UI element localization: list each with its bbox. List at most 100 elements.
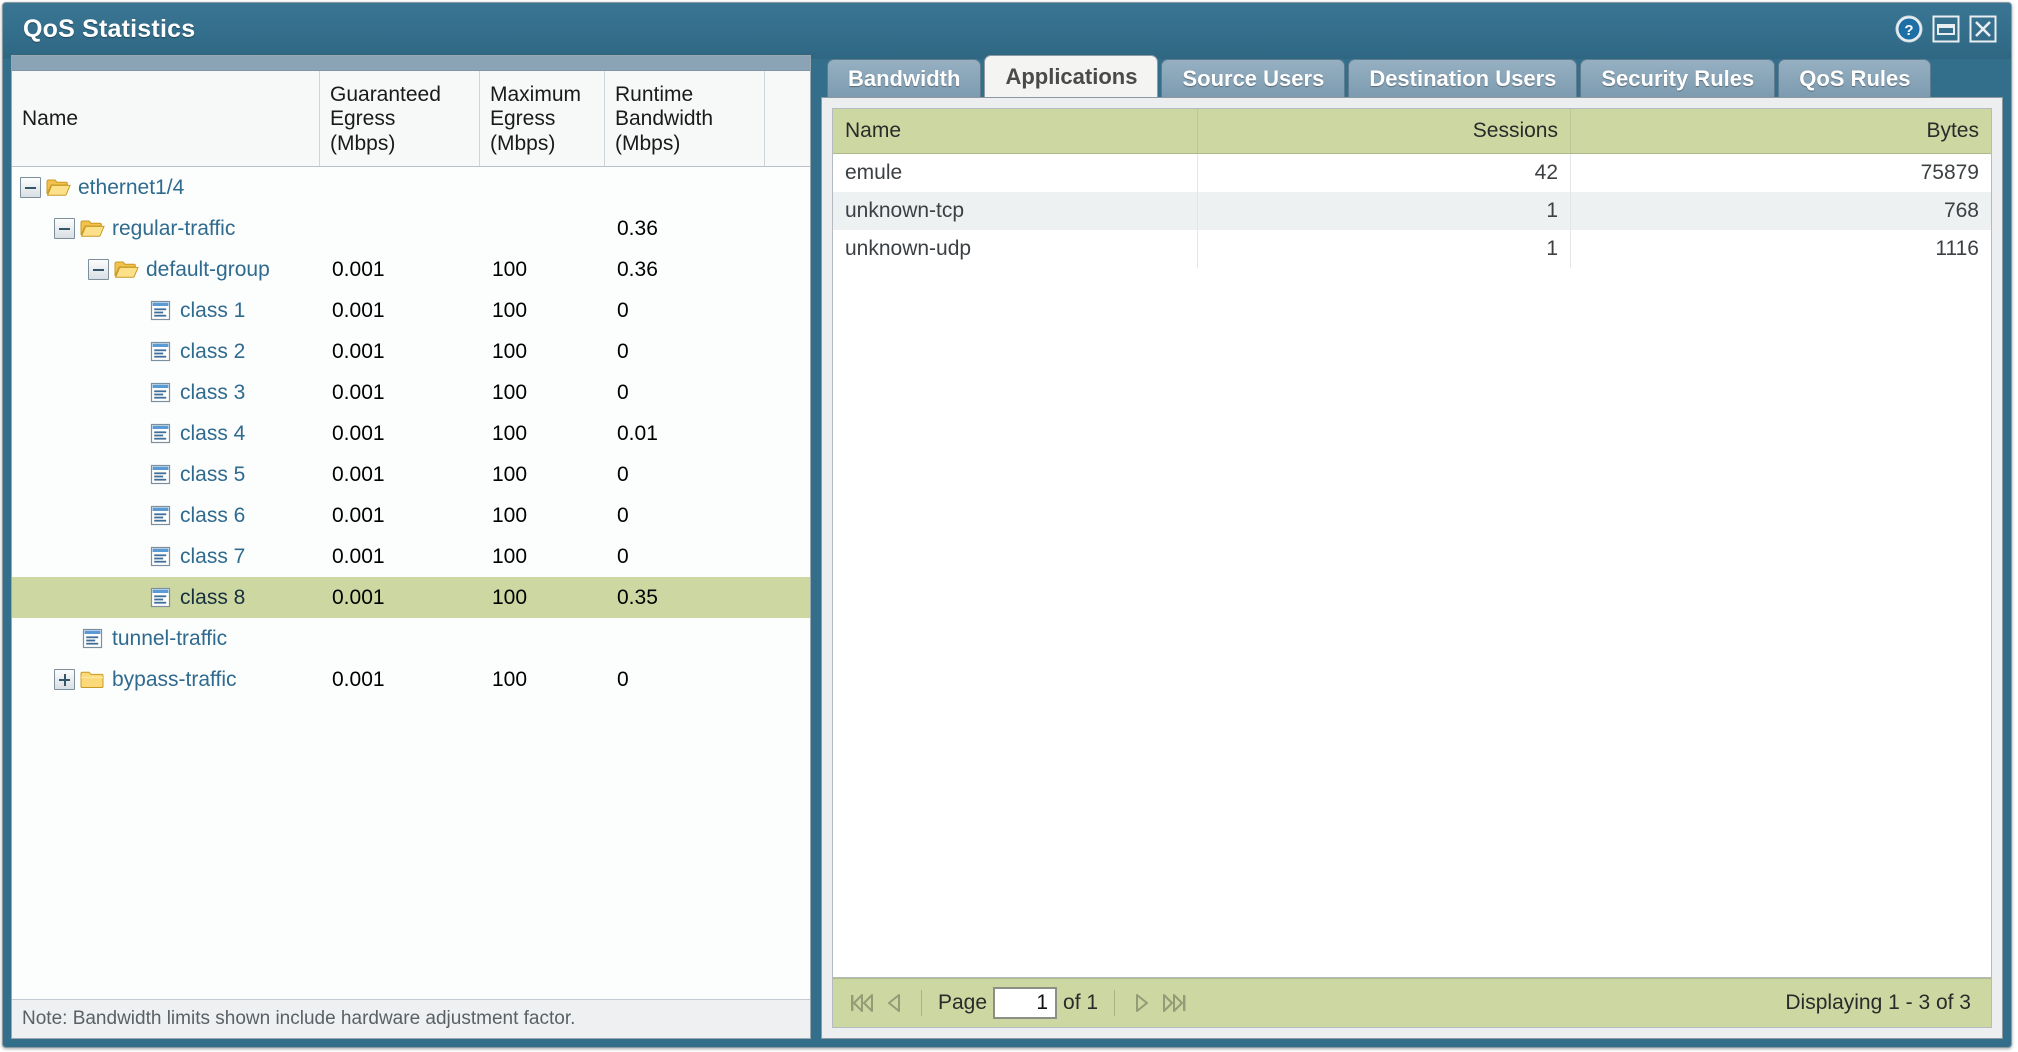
tree-row[interactable]: class 6 0.0011000 bbox=[12, 495, 810, 536]
tab-security-rules[interactable]: Security Rules bbox=[1580, 59, 1775, 97]
tree-cell-runtime-bandwidth: 0 bbox=[605, 381, 765, 405]
tree-node-label: class 5 bbox=[180, 463, 245, 487]
grid-cell-sessions: 42 bbox=[1198, 154, 1571, 192]
grid-cell-bytes: 75879 bbox=[1571, 154, 1991, 192]
column-header-name[interactable]: Name bbox=[12, 71, 320, 166]
close-icon[interactable] bbox=[1969, 15, 1997, 43]
tab-bandwidth[interactable]: Bandwidth bbox=[827, 59, 981, 97]
first-page-icon[interactable] bbox=[847, 987, 879, 1019]
expand-node-icon[interactable] bbox=[54, 669, 75, 690]
tree-cell-maximum-egress: 100 bbox=[480, 668, 605, 692]
qos-tree-panel: Name Guaranteed Egress (Mbps) Maximum Eg… bbox=[11, 55, 811, 1039]
tree-cell-guaranteed-egress: 0.001 bbox=[320, 668, 480, 692]
grid-cell-name: unknown-udp bbox=[833, 230, 1198, 268]
tree-cell-maximum-egress: 100 bbox=[480, 504, 605, 528]
tree-row[interactable]: class 50.0011000 bbox=[12, 454, 810, 495]
tab-label: Bandwidth bbox=[848, 66, 960, 92]
grid-row[interactable]: unknown-udp11116 bbox=[833, 230, 1991, 268]
tab-label: Source Users bbox=[1182, 66, 1324, 92]
tree-row[interactable]: ethernet1/4 bbox=[12, 167, 810, 208]
tab-label: Destination Users bbox=[1369, 66, 1556, 92]
statistics-detail-panel: Bandwidth Applications Source Users Destina… bbox=[821, 55, 2003, 1039]
next-page-icon[interactable] bbox=[1125, 987, 1157, 1019]
tree-node-label: class 3 bbox=[180, 381, 245, 405]
tab-qos-rules[interactable]: QoS Rules bbox=[1778, 59, 1931, 97]
grid-cell-name: unknown-tcp bbox=[833, 192, 1198, 230]
tree-row[interactable]: bypass-traffic0.0011000 bbox=[12, 659, 810, 700]
grid-header-name-label: Name bbox=[845, 119, 901, 143]
grid-header-bytes-label: Bytes bbox=[1926, 119, 1979, 143]
restore-window-icon[interactable] bbox=[1932, 15, 1960, 43]
folder-open-icon bbox=[46, 177, 71, 198]
tree-cell-guaranteed-egress: 0.001 bbox=[320, 586, 480, 610]
tree-row-name-cell: bypass-traffic bbox=[12, 668, 320, 692]
grid-column-header-name[interactable]: Name bbox=[833, 109, 1198, 153]
tree-node-label: class 2 bbox=[180, 340, 245, 364]
class-list-icon bbox=[148, 587, 173, 608]
tree-row[interactable]: class 80.0011000.35 bbox=[12, 577, 810, 618]
tree-node-label: class 8 bbox=[180, 586, 245, 610]
collapse-node-icon[interactable] bbox=[54, 218, 75, 239]
tree-toggle-spacer bbox=[122, 423, 143, 444]
tab-source-users[interactable]: Source Users bbox=[1161, 59, 1345, 97]
tree-row[interactable]: class 40.0011000.01 bbox=[12, 413, 810, 454]
tree-node-label: class 6 bbox=[180, 504, 245, 528]
runtime-bandwidth-line2: Bandwidth bbox=[615, 107, 713, 131]
tree-cell-runtime-bandwidth: 0 bbox=[605, 299, 765, 323]
tree-node-label: class 4 bbox=[180, 422, 245, 446]
grid-cell-sessions: 1 bbox=[1198, 230, 1571, 268]
grid-row[interactable]: emule4275879 bbox=[833, 154, 1991, 192]
class-list-icon bbox=[148, 505, 173, 526]
tree-row-name-cell: class 2 bbox=[12, 340, 320, 364]
collapse-node-icon[interactable] bbox=[20, 177, 41, 198]
folder-open-icon bbox=[80, 218, 105, 239]
window-controls: ? bbox=[1895, 15, 1997, 43]
tree-cell-maximum-egress: 100 bbox=[480, 340, 605, 364]
tree-toggle-spacer bbox=[122, 587, 143, 608]
column-header-guaranteed-egress[interactable]: Guaranteed Egress (Mbps) bbox=[320, 71, 480, 166]
tree-cell-maximum-egress: 100 bbox=[480, 299, 605, 323]
tree-row[interactable]: class 10.0011000 bbox=[12, 290, 810, 331]
collapse-node-icon[interactable] bbox=[88, 259, 109, 280]
tree-node-label: class 1 bbox=[180, 299, 245, 323]
tree-cell-guaranteed-egress: 0.001 bbox=[320, 422, 480, 446]
tree-row[interactable]: default-group0.0011000.36 bbox=[12, 249, 810, 290]
grid-column-header-sessions[interactable]: Sessions bbox=[1198, 109, 1571, 153]
tree-cell-guaranteed-egress: 0.001 bbox=[320, 340, 480, 364]
tab-destination-users[interactable]: Destination Users bbox=[1348, 59, 1577, 97]
tree-cell-guaranteed-egress: 0.001 bbox=[320, 463, 480, 487]
qos-statistics-window: QoS Statistics ? bbox=[2, 2, 2012, 1048]
tree-row-name-cell: class 5 bbox=[12, 463, 320, 487]
column-header-maximum-egress[interactable]: Maximum Egress (Mbps) bbox=[480, 71, 605, 166]
column-header-name-label: Name bbox=[22, 107, 78, 131]
tree-row[interactable]: class 70.0011000 bbox=[12, 536, 810, 577]
tab-applications[interactable]: Applications bbox=[984, 55, 1158, 97]
tree-row-name-cell: class 3 bbox=[12, 381, 320, 405]
tree-cell-runtime-bandwidth: 0 bbox=[605, 463, 765, 487]
help-circle-icon[interactable]: ? bbox=[1895, 15, 1923, 43]
tree-row[interactable]: tunnel-traffic bbox=[12, 618, 810, 659]
grid-row[interactable]: unknown-tcp1768 bbox=[833, 192, 1991, 230]
page-number-input[interactable]: 1 bbox=[993, 987, 1057, 1019]
tree-row-name-cell: ethernet1/4 bbox=[12, 176, 320, 200]
detail-tabstrip: Bandwidth Applications Source Users Destina… bbox=[821, 55, 2003, 97]
grid-column-header-bytes[interactable]: Bytes bbox=[1571, 109, 1991, 153]
tree-toggle-spacer bbox=[122, 382, 143, 403]
prev-page-icon[interactable] bbox=[879, 987, 911, 1019]
pager-divider-left bbox=[921, 990, 922, 1016]
grid-cell-sessions: 1 bbox=[1198, 192, 1571, 230]
tree-row[interactable]: class 30.0011000 bbox=[12, 372, 810, 413]
tree-cell-runtime-bandwidth: 0 bbox=[605, 504, 765, 528]
folder-open-icon bbox=[114, 259, 139, 280]
tree-cell-guaranteed-egress: 0.001 bbox=[320, 504, 480, 528]
bandwidth-note-text: Note: Bandwidth limits shown include har… bbox=[22, 1008, 575, 1030]
tree-cell-runtime-bandwidth: 0 bbox=[605, 668, 765, 692]
tree-cell-runtime-bandwidth: 0.35 bbox=[605, 586, 765, 610]
tree-row[interactable]: regular-traffic0.36 bbox=[12, 208, 810, 249]
tree-row[interactable]: class 20.0011000 bbox=[12, 331, 810, 372]
qos-tree-rows: ethernet1/4 regular-traffic0.36default-gr… bbox=[12, 167, 810, 999]
column-header-runtime-bandwidth[interactable]: Runtime Bandwidth (Mbps) bbox=[605, 71, 765, 166]
last-page-icon[interactable] bbox=[1157, 987, 1189, 1019]
tree-row-name-cell: regular-traffic bbox=[12, 217, 320, 241]
tree-toggle-spacer bbox=[122, 300, 143, 321]
